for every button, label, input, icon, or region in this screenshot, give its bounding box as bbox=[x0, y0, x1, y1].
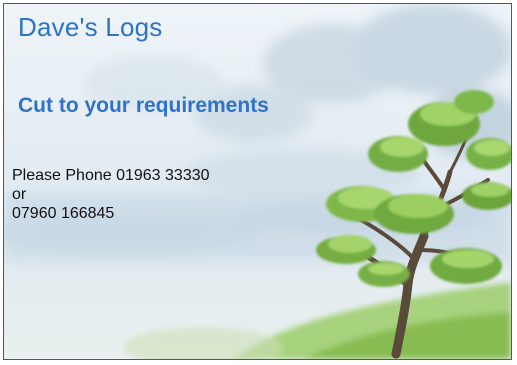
phone-line: Please Phone 01963 33330 bbox=[12, 167, 210, 184]
tagline: Cut to your requirements bbox=[18, 94, 269, 117]
mobile-number: 07960 166845 bbox=[12, 205, 115, 222]
business-name: Dave's Logs bbox=[18, 12, 163, 42]
or-text: or bbox=[12, 186, 27, 203]
contact-block: Please Phone 01963 33330 or 07960 166845 bbox=[12, 166, 210, 223]
business-card: Dave's Logs Cut to your requirements Ple… bbox=[3, 3, 512, 360]
